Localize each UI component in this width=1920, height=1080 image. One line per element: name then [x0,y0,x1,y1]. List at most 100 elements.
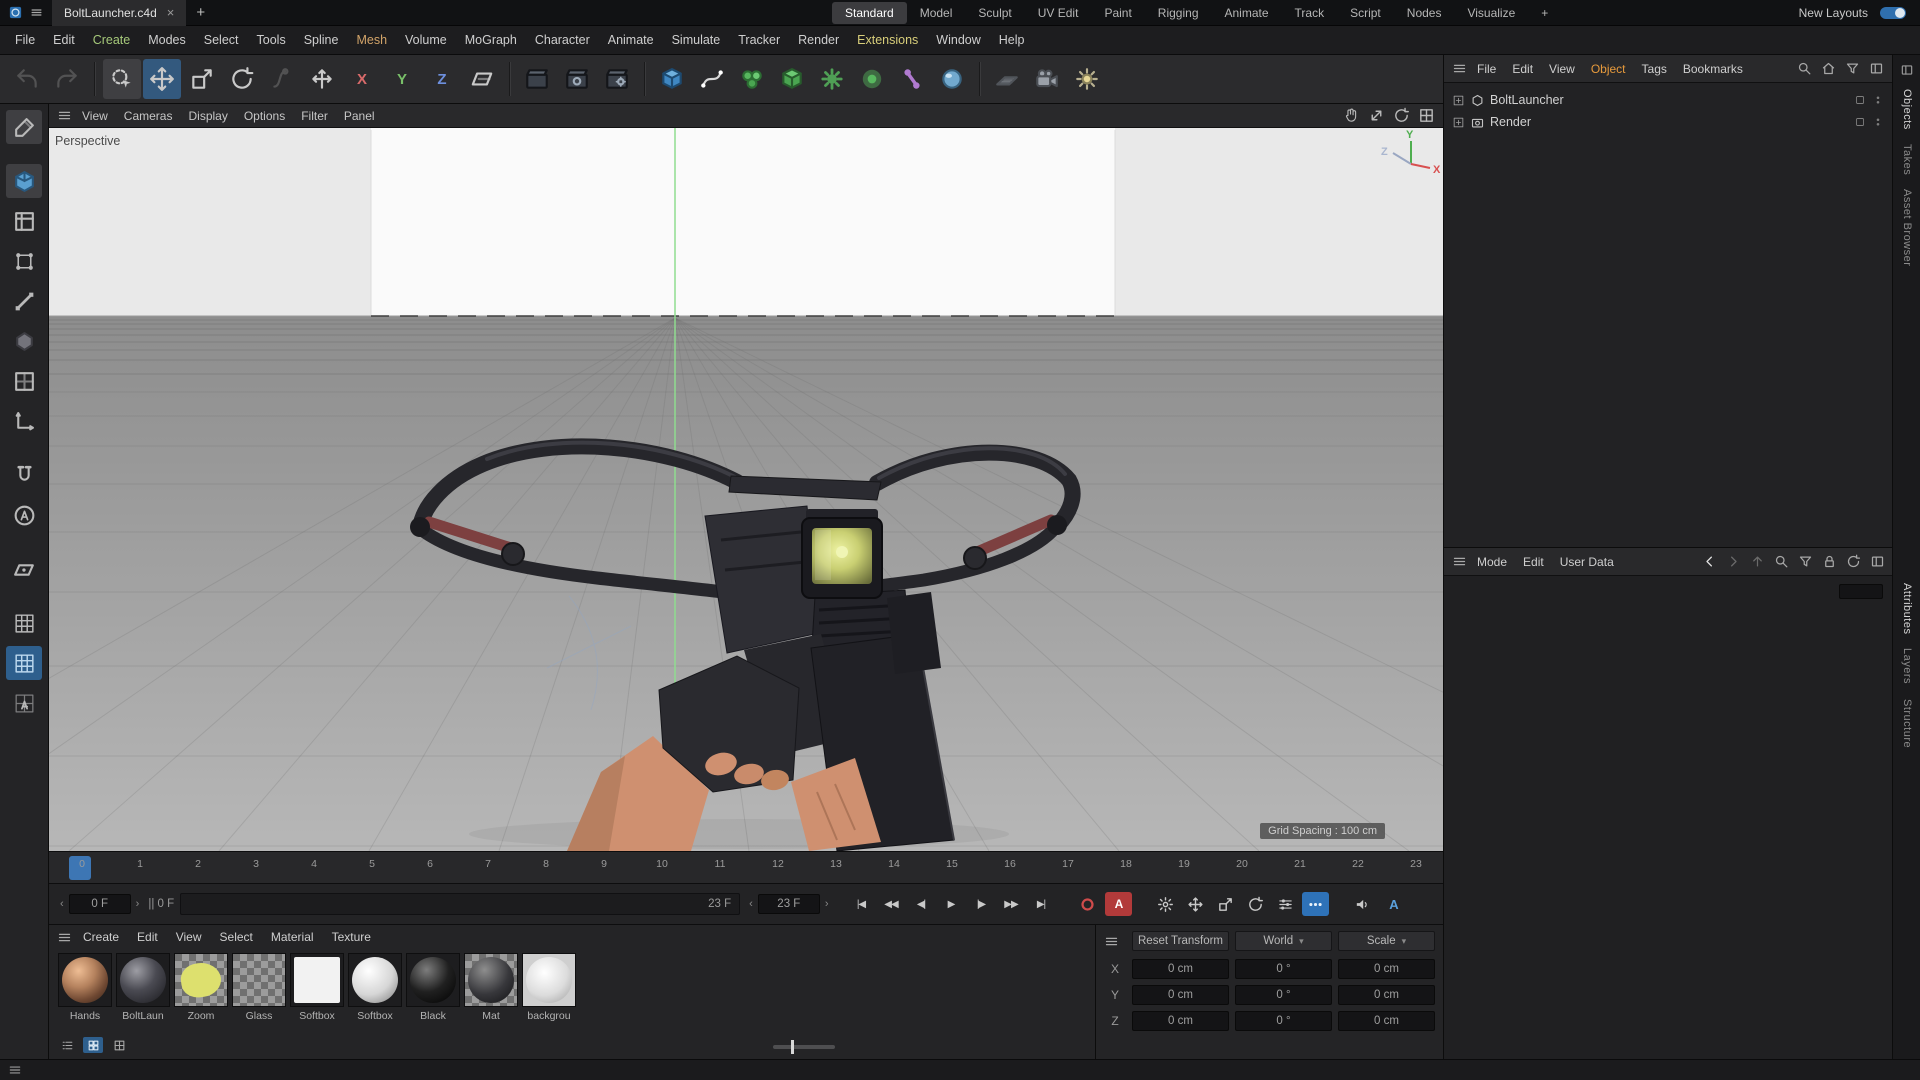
small-thumb-button[interactable] [109,1037,129,1053]
layout-tab-paint[interactable]: Paint [1091,2,1144,24]
cube-primitive-button[interactable] [653,59,691,99]
axis-mode-button[interactable] [6,404,42,438]
menu-create[interactable]: Create [84,26,140,55]
viewport-hamburger-icon[interactable] [57,108,72,123]
render-view-button[interactable] [518,59,556,99]
object-menu-edit[interactable]: Edit [1504,55,1541,83]
up-arrow-icon[interactable] [1750,554,1765,569]
volume-button[interactable] [773,59,811,99]
close-icon[interactable]: × [167,5,175,20]
viewport-menu-options[interactable]: Options [236,104,293,128]
character-button[interactable] [893,59,931,99]
viewport-menu-display[interactable]: Display [180,104,235,128]
camera-button[interactable] [1028,59,1066,99]
toggle-view-icon[interactable] [1418,107,1435,124]
search-icon[interactable] [1774,554,1789,569]
menu-edit[interactable]: Edit [44,26,84,55]
menu-help[interactable]: Help [990,26,1034,55]
panel-tab-layers[interactable]: Layers [1901,648,1913,684]
layout-tab-rigging[interactable]: Rigging [1145,2,1212,24]
key-pla-button[interactable] [1302,892,1330,916]
object-menu-tags[interactable]: Tags [1634,55,1675,83]
prev-key-button[interactable]: ◀◀ [877,892,904,916]
key-position-button[interactable] [1182,892,1209,916]
menu-extensions[interactable]: Extensions [848,26,927,55]
coord-z-position-field[interactable]: 0 cm [1132,1011,1229,1031]
scale-button[interactable] [183,59,221,99]
timeline-tick[interactable]: 14 [885,858,903,870]
timeline-tick[interactable]: 16 [1001,858,1019,870]
point-mode-button[interactable] [6,244,42,278]
workplane-tool-button[interactable] [6,552,42,586]
new-layouts-button[interactable]: New Layouts [1799,0,1868,26]
object-menu-file[interactable]: File [1469,55,1504,83]
y-axis-button[interactable]: Y [383,59,421,99]
end-prev-arrow[interactable]: ‹ [746,898,756,910]
timeline-ruler[interactable]: 0 1 2 3 4 5 6 7 8 9 10 11 12 13 14 15 16 17 18 19 20 21 22 23 [49,851,1443,884]
panel-tab-asset-browser[interactable]: Asset Browser [1901,189,1913,266]
timeline-tick[interactable]: 13 [827,858,845,870]
menu-simulate[interactable]: Simulate [663,26,730,55]
light-button[interactable] [1068,59,1106,99]
material-menu-texture[interactable]: Texture [323,925,380,949]
coord-y-rotation-field[interactable]: 0 ° [1235,985,1332,1005]
object-row-render[interactable]: Render [1448,111,1888,133]
layout-tab-standard[interactable]: Standard [832,2,907,24]
dolly-icon[interactable] [1368,107,1385,124]
attribute-menu-edit[interactable]: Edit [1515,548,1552,576]
key-parameter-button[interactable] [1272,892,1299,916]
menu-tools[interactable]: Tools [248,26,295,55]
material-item-black[interactable]: Black [405,953,461,1022]
frame-prev-arrow[interactable]: ‹ [57,898,67,910]
panel-icon[interactable] [1870,554,1885,569]
layout-tab-model[interactable]: Model [907,2,966,24]
timeline-tick[interactable]: 10 [653,858,671,870]
layout-tab-track[interactable]: Track [1282,2,1338,24]
layout-tab-uv-edit[interactable]: UV Edit [1025,2,1092,24]
coord-x-position-field[interactable]: 0 cm [1132,959,1229,979]
coord-x-scale-field[interactable]: 0 cm [1338,959,1435,979]
key-scale-button[interactable] [1212,892,1239,916]
redo-button[interactable] [48,59,86,99]
sound-button[interactable] [1349,892,1376,916]
frame-next-arrow[interactable]: › [133,898,143,910]
app-icon[interactable] [8,5,23,20]
quantize-button[interactable] [6,498,42,532]
current-frame-field[interactable]: 0 F [68,894,131,914]
dynamics-button[interactable] [933,59,971,99]
floor-button[interactable] [988,59,1026,99]
grid-a-button[interactable] [6,686,42,720]
panel-icon[interactable] [1869,61,1884,76]
forward-arrow-icon[interactable] [1726,554,1741,569]
orbit-icon[interactable] [1393,107,1410,124]
layout-tab-sculpt[interactable]: Sculpt [965,2,1024,24]
workplane-button[interactable] [463,59,501,99]
material-menu-edit[interactable]: Edit [128,925,167,949]
menu-modes[interactable]: Modes [139,26,195,55]
timeline-tick[interactable]: 9 [595,858,613,870]
attribute-filter-input[interactable] [1839,584,1883,599]
timeline-tick[interactable]: 1 [131,858,149,870]
object-manager-hamburger-icon[interactable] [1452,61,1467,76]
layout-toggle-switch[interactable] [1880,7,1906,19]
material-menu-material[interactable]: Material [262,925,323,949]
timeline-tick[interactable]: 5 [363,858,381,870]
menu-render[interactable]: Render [789,26,848,55]
mode-dropdown[interactable]: Scale ▾ [1338,931,1435,951]
viewport-canvas[interactable]: Y Z X Perspective Grid Spacing : 100 cm [49,128,1443,851]
viewport-menu-panel[interactable]: Panel [336,104,383,128]
move-button[interactable] [143,59,181,99]
thumb-view-button[interactable] [83,1037,103,1053]
go-start-button[interactable]: |◀ [847,892,874,916]
expand-plus-icon[interactable] [1452,116,1465,129]
timeline-tick[interactable]: 21 [1291,858,1309,870]
material-item-zoom[interactable]: Zoom [173,953,229,1022]
record-button[interactable] [1074,892,1101,916]
object-menu-bookmarks[interactable]: Bookmarks [1675,55,1751,83]
attribute-hamburger-icon[interactable] [1452,554,1467,569]
search-icon[interactable] [1797,61,1812,76]
last-tool-button[interactable] [263,59,301,99]
back-arrow-icon[interactable] [1702,554,1717,569]
next-frame-button[interactable]: |▶ [967,892,994,916]
render-picture-viewer-button[interactable] [558,59,596,99]
